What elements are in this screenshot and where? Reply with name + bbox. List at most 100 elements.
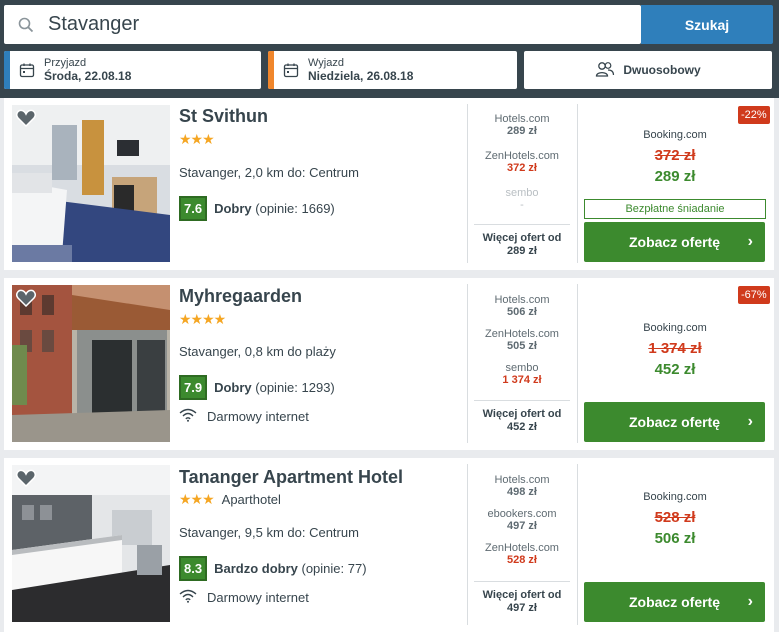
offer-item[interactable]: ZenHotels.com 528 zł [467,542,577,566]
rating-word: Dobry [214,201,252,216]
view-offer-label: Zobacz ofertę [628,234,720,250]
rating-score: 7.9 [179,375,208,400]
amenity-wifi: Darmowy internet [179,408,309,425]
rating-reviews: (opinie: 77) [301,561,367,576]
other-offers: Hotels.com 289 zł ZenHotels.com 372 zł s… [467,113,577,211]
offer-price: 498 zł [507,486,537,498]
old-price: 372 zł [654,147,696,164]
checkout-value: Niedziela, 26.08.18 [308,69,414,83]
more-offers-link[interactable]: Więcej ofert od 289 zł [474,224,570,258]
search-button[interactable]: Szukaj [641,5,773,44]
calendar-icon [274,62,308,78]
more-offers-price: 452 zł [507,421,537,433]
offer-item[interactable]: sembo 1 374 zł [467,362,577,386]
favorite-heart-icon[interactable] [16,109,36,132]
discount-badge: -22% [738,106,770,124]
checkout-label: Wyjazd [308,57,344,69]
hotel-stars: ★★★★ [179,311,226,328]
offer-site: Hotels.com [494,474,550,486]
room-type-selector[interactable]: Dwuosobowy [524,51,772,89]
hotel-rating: 7.9 Dobry (opinie: 1293) [179,375,335,400]
hotel-location: Stavanger, 0,8 km do plaży [179,344,336,359]
offer-site: Hotels.com [494,294,550,306]
offer-price: 505 zł [507,340,537,352]
hotel-name[interactable]: St Svithun [179,106,268,127]
hotel-photo[interactable] [12,465,170,622]
discount-badge: -67% [738,286,770,304]
other-offers: Hotels.com 498 zł ebookers.com 497 zł Ze… [467,474,577,566]
offer-price: 528 zł [507,554,537,566]
offer-price: 506 zł [507,306,537,318]
free-breakfast-badge: Bezpłatne śniadanie [584,199,766,219]
more-offers-link[interactable]: Więcej ofert od 452 zł [474,400,570,434]
divider [577,284,578,443]
search-input[interactable]: Stavanger [4,5,641,44]
offer-site: ZenHotels.com [485,328,559,340]
stars-icon: ★★★ [179,491,215,507]
hotel-rating: 8.3 Bardzo dobry (opinie: 77) [179,556,367,581]
offer-site: Hotels.com [494,113,550,125]
old-price: 528 zł [654,509,696,526]
hotel-photo[interactable] [12,285,170,442]
hotel-name[interactable]: Myhregaarden [179,286,302,307]
offer-price: 497 zł [507,520,537,532]
hotel-rating: 7.6 Dobry (opinie: 1669) [179,196,335,221]
wifi-icon [179,408,197,425]
more-offers-price: 289 zł [507,245,537,257]
offer-item[interactable]: ebookers.com 497 zł [467,508,577,532]
offer-site: ZenHotels.com [485,542,559,554]
more-offers-link[interactable]: Więcej ofert od 497 zł [474,581,570,615]
offer-item[interactable]: ZenHotels.com 505 zł [467,328,577,352]
search-icon [4,17,48,33]
offer-site: ZenHotels.com [485,150,559,162]
offer-price: - [520,199,524,211]
offer-price: 372 zł [507,162,537,174]
amenity-label: Darmowy internet [207,590,309,605]
checkin-field[interactable]: Przyjazd Środa, 22.08.18 [4,51,261,89]
rating-reviews: (opinie: 1669) [255,201,335,216]
offer-item[interactable]: sembo - [467,187,577,211]
checkout-field[interactable]: Wyjazd Niedziela, 26.08.18 [268,51,517,89]
offer-site: ebookers.com [487,508,557,520]
view-offer-button[interactable]: Zobacz ofertę › [584,402,765,442]
offer-item[interactable]: Hotels.com 289 zł [467,113,577,137]
old-price: 1 374 zł [648,340,702,357]
rating-word: Dobry [214,380,252,395]
rating-reviews: (opinie: 1293) [255,380,335,395]
main-offer[interactable]: Booking.com 528 zł 506 zł [584,491,766,547]
more-offers-price: 497 zł [507,602,537,614]
amenity-wifi: Darmowy internet [179,589,309,606]
offer-item[interactable]: ZenHotels.com 372 zł [467,150,577,174]
offer-price: 1 374 zł [502,374,542,386]
view-offer-button[interactable]: Zobacz ofertę › [584,582,765,622]
offer-price: 289 zł [507,125,537,137]
rating-score: 8.3 [179,556,208,581]
wifi-icon [179,589,197,606]
divider [577,464,578,625]
rating-word: Bardzo dobry [214,561,298,576]
room-type-value: Dwuosobowy [623,63,701,77]
view-offer-label: Zobacz ofertę [628,414,720,430]
favorite-heart-icon[interactable] [16,469,36,492]
main-offer[interactable]: Booking.com 372 zł 289 zł [584,129,766,185]
view-offer-button[interactable]: Zobacz ofertę › [584,222,765,262]
offer-item[interactable]: Hotels.com 498 zł [467,474,577,498]
divider [577,104,578,263]
search-value: Stavanger [48,13,140,35]
hotel-stars: ★★★ Aparthotel [179,491,281,508]
hotel-card: Tananger Apartment Hotel ★★★ Aparthotel S… [4,458,774,632]
view-offer-label: Zobacz ofertę [628,594,720,610]
main-offer-site: Booking.com [643,129,707,141]
favorite-heart-icon[interactable] [16,289,36,312]
guests-icon [595,61,615,80]
main-offer[interactable]: Booking.com 1 374 zł 452 zł [584,322,766,378]
rating-score: 7.6 [179,196,208,221]
chevron-right-icon: › [747,233,753,250]
offer-item[interactable]: Hotels.com 506 zł [467,294,577,318]
more-offers-label: Więcej ofert od [482,589,562,601]
chevron-right-icon: › [747,593,753,610]
hotel-photo[interactable] [12,105,170,262]
hotel-name[interactable]: Tananger Apartment Hotel [179,467,403,488]
stars-icon: ★★★★ [179,311,226,327]
stars-icon: ★★★ [179,131,215,147]
